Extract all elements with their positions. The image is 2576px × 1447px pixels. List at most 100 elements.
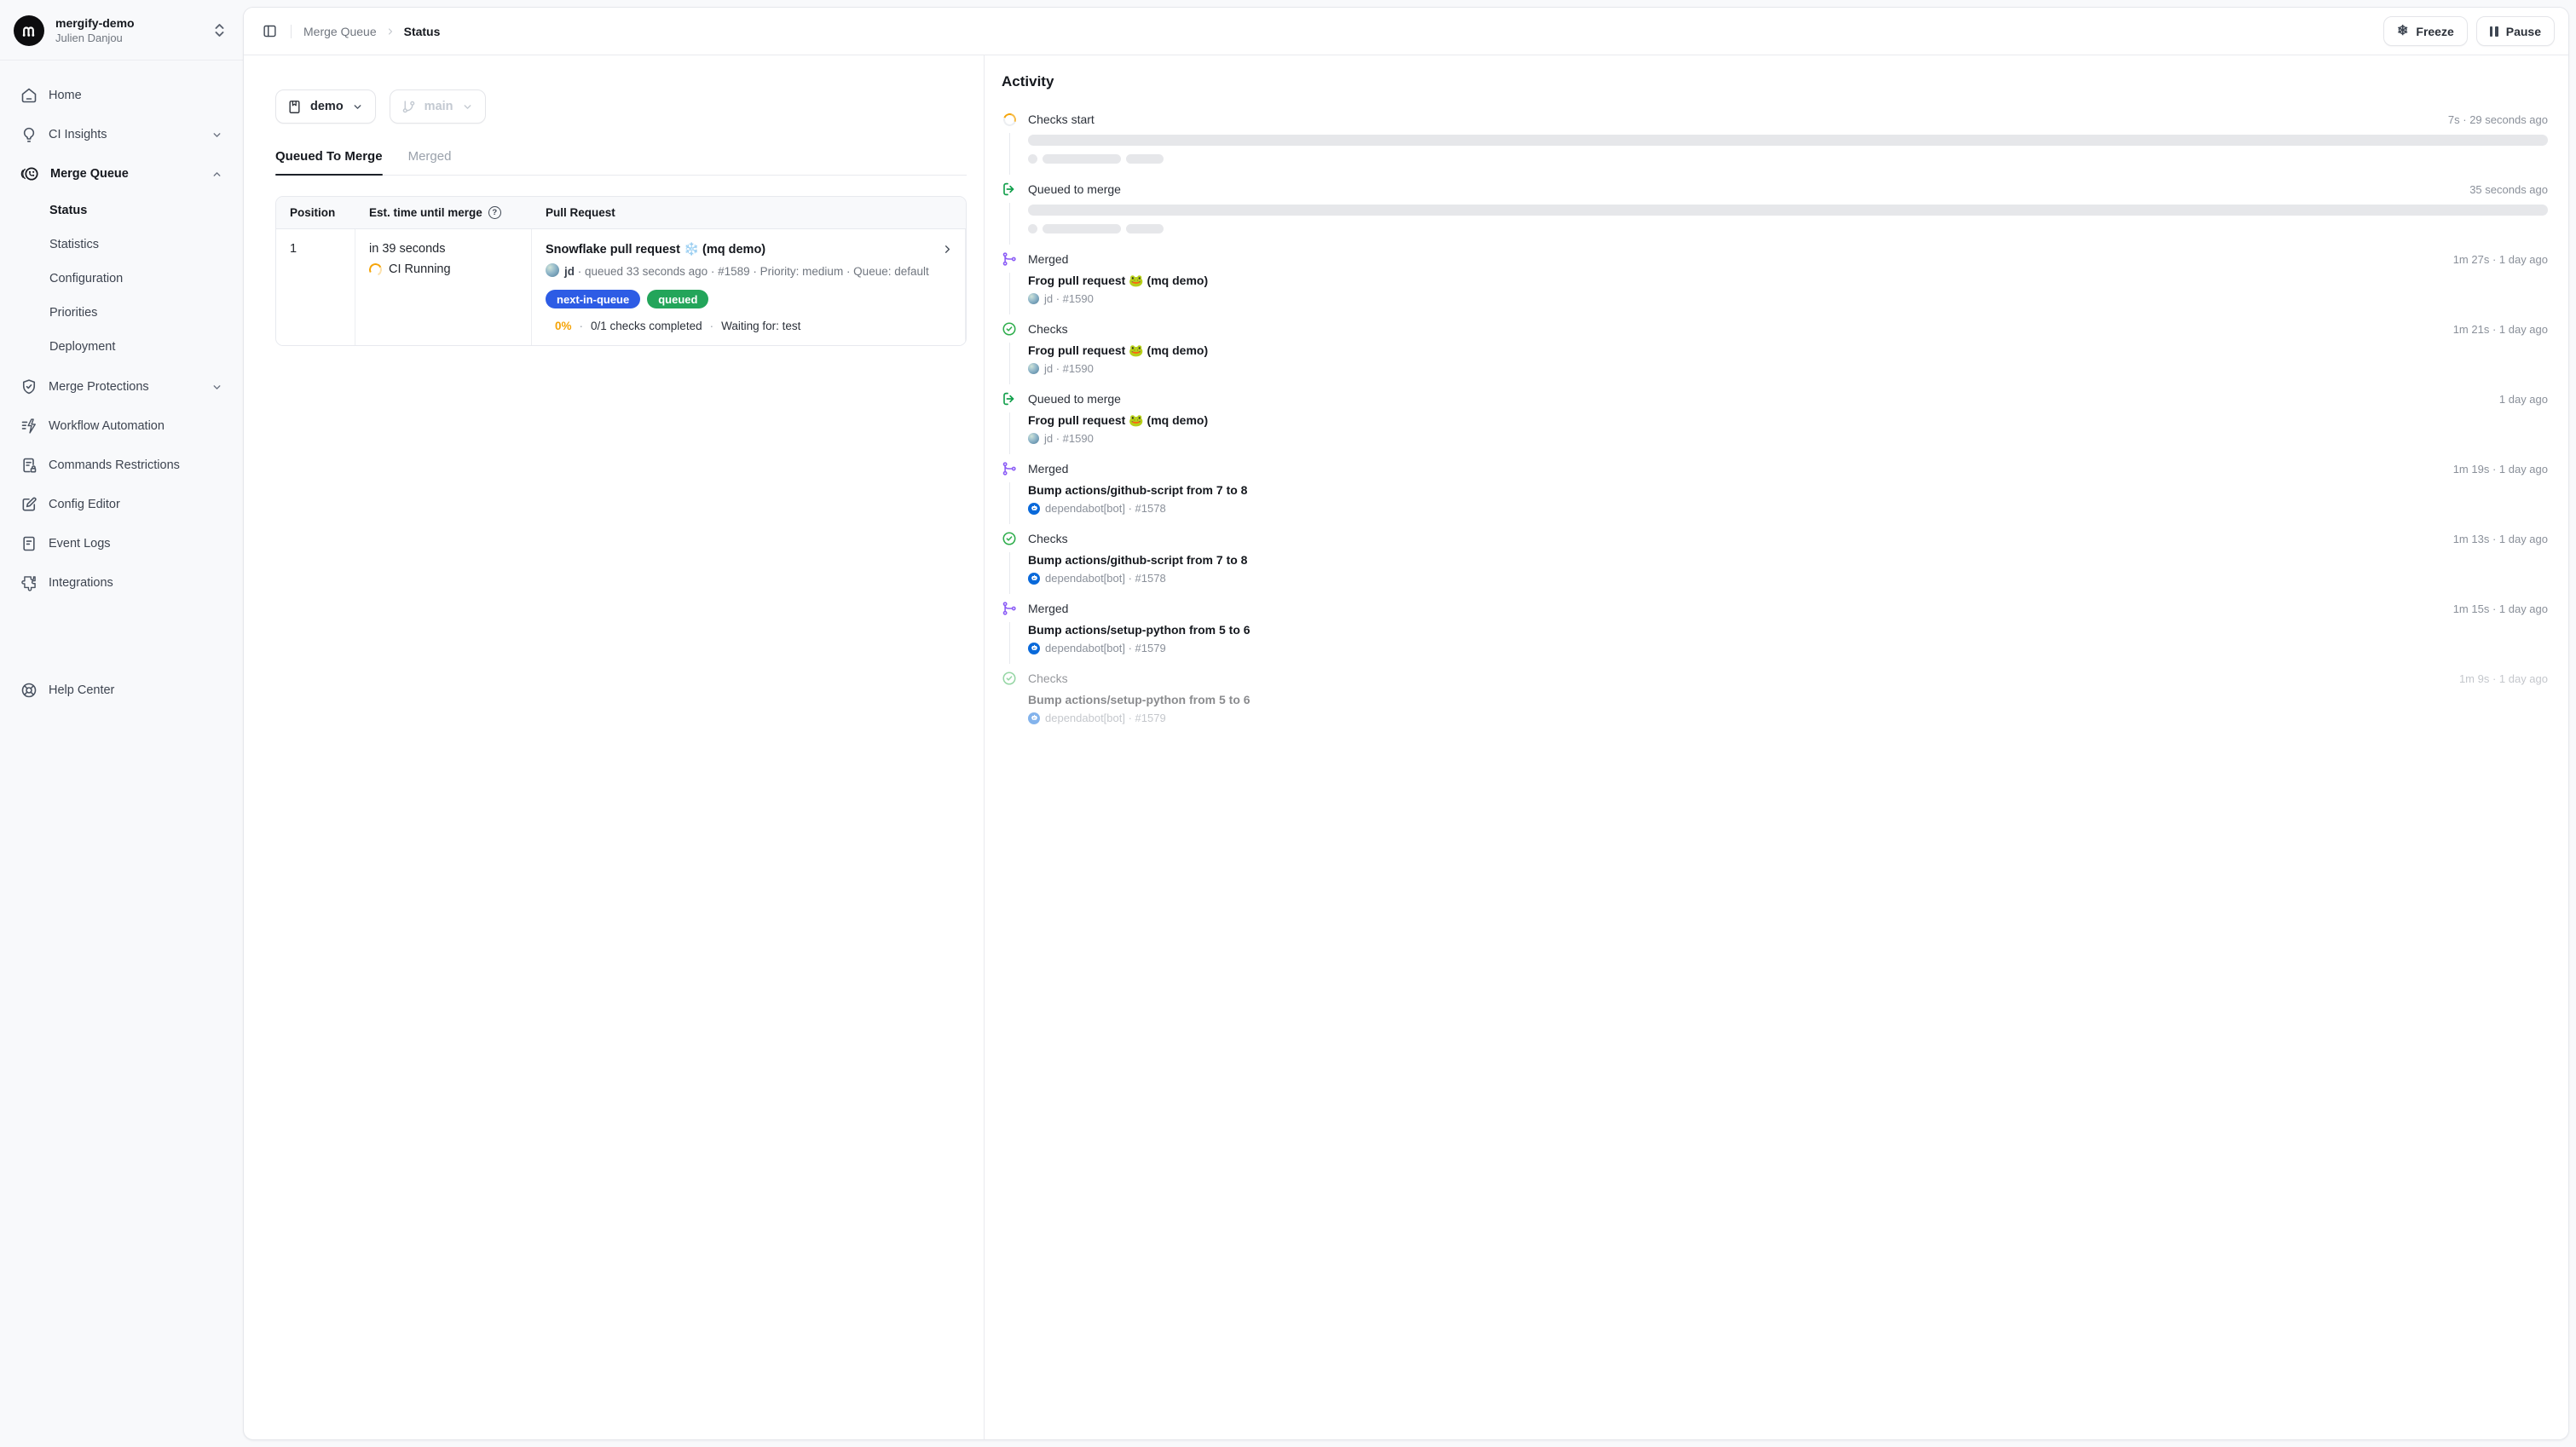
activity-event[interactable]: Checks start 7s · 29 seconds ago (1002, 112, 2548, 182)
sidebar-item-commands-restrictions[interactable]: Commands Restrictions (10, 446, 233, 485)
breadcrumb-status: Status (404, 25, 441, 38)
activity-event[interactable]: Queued to merge 1 day ago Frog pull requ… (1002, 391, 2548, 461)
dependabot-icon (1028, 573, 1040, 585)
repository-value: demo (310, 100, 344, 113)
table-header: Position Est. time until merge ? Pull Re… (276, 197, 966, 229)
label-next-in-queue[interactable]: next-in-queue (546, 290, 640, 308)
eta-cell: in 39 seconds CI Running (355, 229, 532, 345)
freeze-button[interactable]: ❄ Freeze (2383, 16, 2468, 46)
shield-check-icon (20, 378, 38, 395)
activity-event[interactable]: Merged 1m 27s · 1 day ago Frog pull requ… (1002, 251, 2548, 321)
event-pr-title[interactable]: Frog pull request 🐸 (mq demo) (1028, 273, 2548, 288)
event-pr-title[interactable]: Bump actions/setup-python from 5 to 6 (1028, 622, 2548, 637)
checks-summary: 0% · 0/1 checks completed · Waiting for:… (555, 320, 951, 332)
pause-button[interactable]: Pause (2476, 16, 2555, 46)
sidebar-item-home[interactable]: Home (10, 76, 233, 115)
check-circle-icon (1002, 321, 1017, 337)
activity-event[interactable]: Checks 1m 21s · 1 day ago Frog pull requ… (1002, 321, 2548, 391)
event-pr-title[interactable]: Frog pull request 🐸 (mq demo) (1028, 343, 2548, 358)
sidebar-item-configuration[interactable]: Configuration (10, 262, 233, 296)
sidebar-item-merge-protections[interactable]: Merge Protections (10, 367, 233, 406)
workflow-zap-icon (20, 418, 38, 435)
repository-select[interactable]: demo (275, 89, 376, 124)
chevron-down-icon (462, 101, 473, 112)
dependabot-icon (1028, 712, 1040, 724)
avatar (1028, 293, 1039, 304)
pause-icon (2490, 26, 2498, 37)
label-queued[interactable]: queued (647, 290, 708, 308)
activity-event[interactable]: Merged 1m 15s · 1 day ago Bump actions/s… (1002, 601, 2548, 671)
home-icon (20, 87, 38, 104)
sidebar: mergify-demo Julien Danjou Home CI Insig… (0, 0, 243, 724)
activity-event[interactable]: Queued to merge 35 seconds ago (1002, 182, 2548, 251)
lightbulb-icon (20, 126, 38, 143)
activity-event[interactable]: Merged 1m 19s · 1 day ago Bump actions/g… (1002, 461, 2548, 531)
event-pr-title[interactable]: Bump actions/github-script from 7 to 8 (1028, 482, 2548, 498)
activity-event[interactable]: Checks 1m 13s · 1 day ago Bump actions/g… (1002, 531, 2548, 601)
git-branch-icon (401, 100, 416, 114)
chevrons-up-down-icon[interactable] (210, 20, 229, 41)
divider (291, 25, 292, 38)
sidebar-item-workflow-automation[interactable]: Workflow Automation (10, 406, 233, 446)
pr-title[interactable]: Snowflake pull request ❄️ (mq demo) (546, 242, 951, 257)
event-pr-title[interactable]: Bump actions/github-script from 7 to 8 (1028, 552, 2548, 568)
pull-request-cell: Snowflake pull request ❄️ (mq demo) jd ·… (532, 229, 966, 345)
event-pr-title[interactable]: Frog pull request 🐸 (mq demo) (1028, 412, 2548, 428)
breadcrumb: Merge Queue Status (303, 25, 440, 38)
column-pull-request: Pull Request (532, 197, 966, 228)
table-row[interactable]: 1 in 39 seconds CI Running Snowflake pul… (276, 229, 966, 345)
sidebar-item-ci-insights[interactable]: CI Insights (10, 115, 233, 154)
sidebar-nav: Home CI Insights (0, 61, 243, 602)
sidebar-item-status[interactable]: Status (10, 193, 233, 228)
column-eta: Est. time until merge ? (355, 197, 532, 228)
avatar (546, 263, 559, 277)
sidebar-item-statistics[interactable]: Statistics (10, 228, 233, 262)
dependabot-icon (1028, 503, 1040, 515)
queue-table: Position Est. time until merge ? Pull Re… (275, 196, 967, 346)
file-text-icon (20, 535, 38, 552)
sidebar-item-integrations[interactable]: Integrations (10, 563, 233, 602)
git-merge-icon (1002, 251, 1017, 267)
chevron-down-icon (211, 382, 222, 393)
git-merge-icon (1002, 601, 1017, 616)
sidebar-toggle-icon[interactable] (257, 19, 282, 43)
sidebar-item-event-logs[interactable]: Event Logs (10, 524, 233, 563)
tab-merged[interactable]: Merged (408, 149, 452, 175)
queued-to-merge-icon (1002, 182, 1017, 197)
sidebar-item-deployment[interactable]: Deployment (10, 330, 233, 364)
merge-queue-subnav: Status Statistics Configuration Prioriti… (10, 193, 233, 367)
avatar (1028, 433, 1039, 444)
sidebar-item-help-center[interactable]: Help Center (10, 671, 233, 710)
chevron-down-icon (211, 130, 222, 141)
avatar (1028, 363, 1039, 374)
life-buoy-icon (20, 682, 38, 699)
edit-pencil-icon (20, 496, 38, 513)
help-circle-icon[interactable]: ? (488, 206, 501, 219)
queue-tabs: Queued To Merge Merged (275, 149, 967, 176)
user-name: Julien Danjou (55, 31, 199, 45)
branch-select[interactable]: main (390, 89, 486, 124)
skeleton-row (1028, 224, 2548, 233)
sidebar-item-merge-queue[interactable]: Merge Queue (10, 154, 233, 193)
sidebar-item-priorities[interactable]: Priorities (10, 296, 233, 330)
check-circle-icon (1002, 531, 1017, 546)
dependabot-icon (1028, 643, 1040, 654)
check-circle-icon (1002, 671, 1017, 686)
branch-value: main (425, 100, 453, 113)
breadcrumb-merge-queue[interactable]: Merge Queue (303, 25, 377, 38)
activity-panel: Activity Checks start 7s · 29 seconds ag… (984, 55, 2568, 1439)
chevron-right-icon[interactable] (941, 243, 954, 256)
position-cell: 1 (276, 229, 355, 345)
event-pr-title[interactable]: Bump actions/setup-python from 5 to 6 (1028, 692, 2548, 707)
workspace-switcher[interactable]: mergify-demo Julien Danjou (0, 0, 243, 61)
merge-queue-icon (20, 165, 39, 182)
workspace-name: mergify-demo (55, 16, 199, 31)
chevron-down-icon (352, 101, 363, 112)
tab-queued-to-merge[interactable]: Queued To Merge (275, 149, 383, 175)
skeleton-bar (1028, 205, 2548, 216)
spinner-icon (1002, 112, 1017, 127)
sidebar-item-config-editor[interactable]: Config Editor (10, 485, 233, 524)
mergify-logo (14, 15, 44, 46)
activity-event[interactable]: Checks 1m 9s · 1 day ago Bump actions/se… (1002, 671, 2548, 741)
ci-running-spinner-icon (367, 262, 384, 278)
